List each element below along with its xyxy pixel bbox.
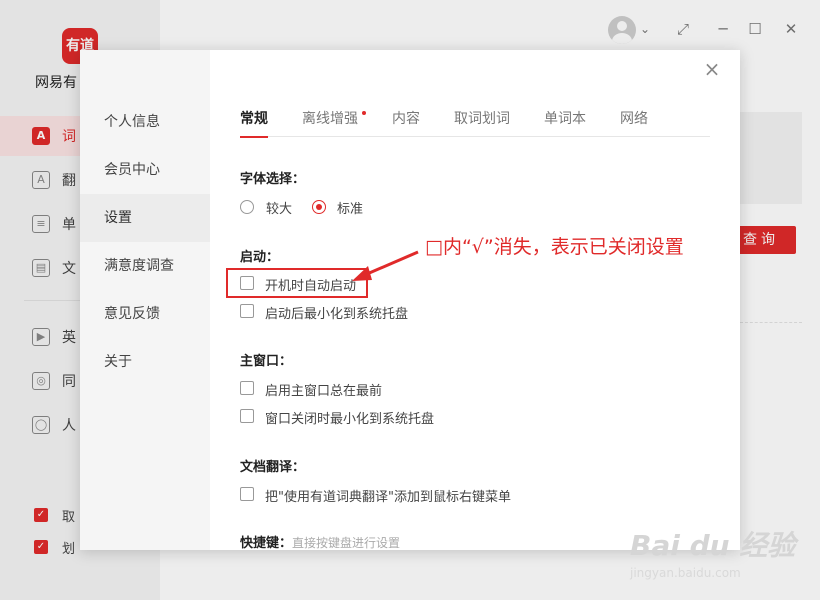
annotation-highlight-box: [226, 268, 368, 298]
dialog-nav-profile[interactable]: 个人信息: [80, 98, 210, 146]
settings-tabs: 常规 离线增强 内容 取词划词 单词本 网络: [240, 100, 710, 138]
tab-network[interactable]: 网络: [620, 108, 648, 128]
section-title-font: 字体选择：: [240, 172, 306, 187]
radio-label: 较大: [266, 202, 293, 217]
section-title-doc-translate: 文档翻译：: [240, 460, 306, 475]
hotkey-hint: 直接按键盘进行设置: [292, 536, 401, 550]
checkbox-label: 窗口关闭时最小化到系统托盘: [265, 412, 435, 427]
radio-larger[interactable]: [240, 200, 254, 214]
tab-wordbook[interactable]: 单词本: [544, 108, 586, 128]
tab-content[interactable]: 内容: [392, 108, 420, 128]
tab-word-capture[interactable]: 取词划词: [454, 108, 510, 128]
checkbox-always-on-top[interactable]: [240, 381, 254, 395]
dialog-nav-about[interactable]: 关于: [80, 338, 210, 386]
settings-dialog: 个人信息 会员中心 设置 满意度调查 意见反馈 关于 × 常规 离线增强 内容 …: [80, 50, 740, 550]
tab-active-indicator: [240, 136, 268, 138]
close-icon[interactable]: ×: [702, 58, 722, 80]
dialog-nav-settings[interactable]: 设置: [80, 194, 210, 242]
section-title-startup: 启动：: [240, 250, 280, 265]
new-badge-dot: [362, 111, 366, 115]
tab-offline[interactable]: 离线增强: [302, 108, 358, 128]
dialog-nav-membership[interactable]: 会员中心: [80, 146, 210, 194]
dialog-nav-survey[interactable]: 满意度调查: [80, 242, 210, 290]
checkbox-minimize-on-start[interactable]: [240, 304, 254, 318]
checkbox-label: 把"使用有道词典翻译"添加到鼠标右键菜单: [265, 490, 511, 505]
dialog-nav-feedback[interactable]: 意见反馈: [80, 290, 210, 338]
watermark-url: jingyan.baidu.com: [630, 566, 741, 580]
watermark: Bai du 经验: [630, 529, 796, 562]
tab-general[interactable]: 常规: [240, 108, 268, 138]
section-title-hotkey: 快捷键：: [240, 536, 293, 550]
section-title-main-window: 主窗口：: [240, 354, 293, 369]
radio-label: 标准: [337, 202, 364, 217]
checkbox-context-menu[interactable]: [240, 487, 254, 501]
checkbox-label: 启动后最小化到系统托盘: [265, 307, 409, 322]
annotation-text: □内“√”消失，表示已关闭设置: [425, 236, 684, 258]
checkbox-label: 启用主窗口总在最前: [265, 384, 383, 399]
tab-label: 常规: [240, 111, 268, 127]
checkbox-minimize-on-close[interactable]: [240, 409, 254, 423]
radio-standard[interactable]: [312, 200, 326, 214]
dialog-sidebar: 个人信息 会员中心 设置 满意度调查 意见反馈 关于: [80, 50, 210, 550]
